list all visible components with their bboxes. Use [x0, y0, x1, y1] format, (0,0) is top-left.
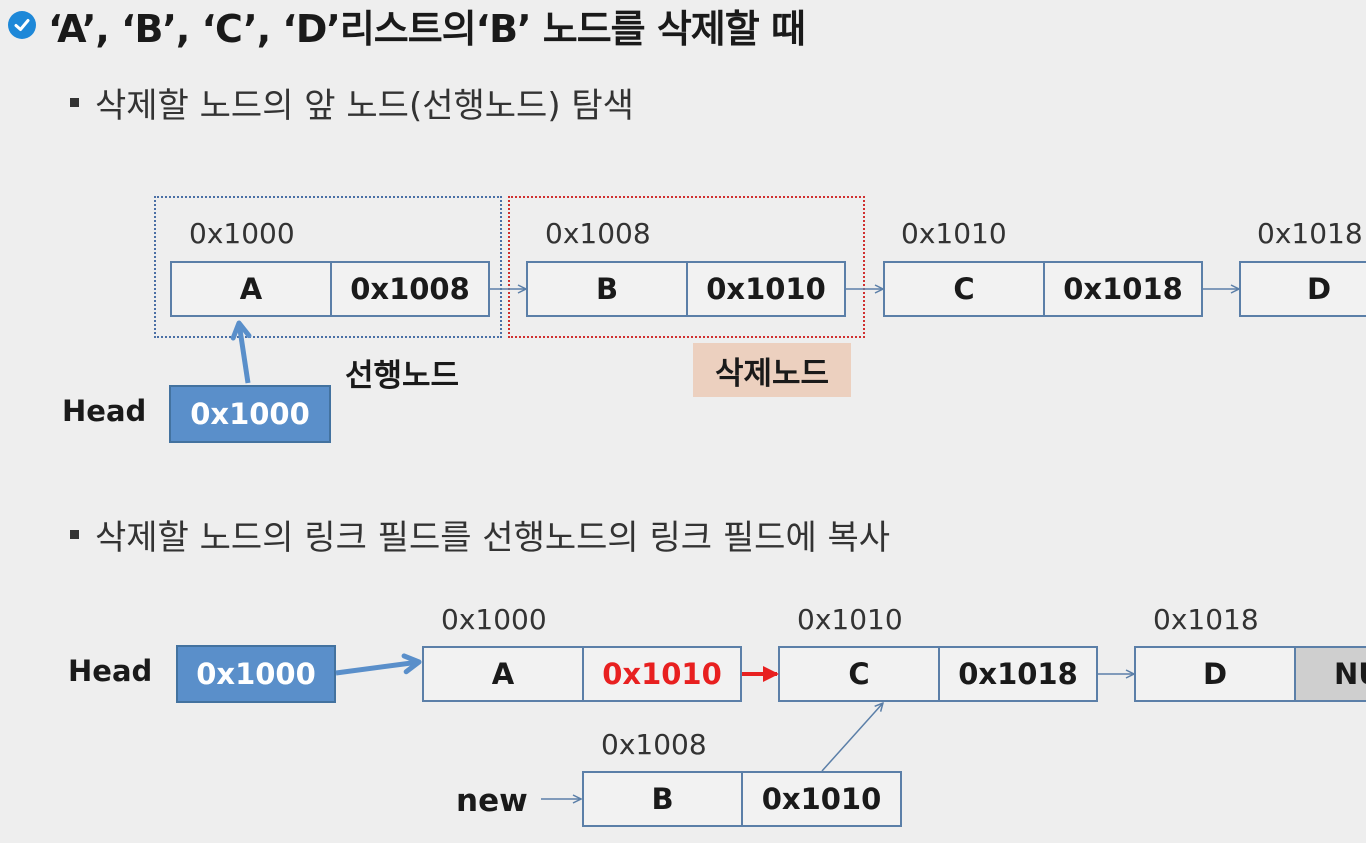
- node-address: 0x1008: [545, 217, 651, 250]
- head-pointer-box: 0x1000: [169, 385, 331, 443]
- removed-node-link-arrow: [821, 703, 883, 772]
- node-address: 0x1010: [797, 603, 903, 636]
- check-circle-icon: [8, 11, 36, 39]
- step1-bullet: 삭제할 노드의 앞 노드(선행노드) 탐색: [70, 78, 634, 127]
- changed-link-cell: 0x1010: [582, 646, 742, 702]
- node-address: 0x1000: [189, 217, 295, 250]
- head-label: Head: [62, 394, 147, 428]
- node-address: 0x1018: [1257, 217, 1363, 250]
- node-address: 0x1000: [441, 603, 547, 636]
- step2-text: 삭제할 노드의 링크 필드를 선행노드의 링크 필드에 복사: [95, 518, 891, 558]
- prev-node-label: 선행노드: [345, 358, 460, 394]
- delete-node-label: 삭제노드: [693, 343, 851, 397]
- node-data-cell: C: [883, 261, 1045, 317]
- page-title-row: ‘A’, ‘B’, ‘C’, ‘D’리스트의‘B’ 노드를 삭제할 때: [8, 0, 806, 51]
- node-link-cell: 0x1010: [686, 261, 846, 317]
- node-data-cell: C: [778, 646, 940, 702]
- node-link-cell-null: NU: [1294, 646, 1366, 702]
- square-bullet-icon: [70, 530, 79, 539]
- node-data-cell: A: [170, 261, 332, 317]
- node-address: 0x1008: [601, 728, 707, 761]
- head-arrow: [335, 653, 422, 676]
- removed-node-data-cell: B: [582, 771, 743, 827]
- node-link-cell: 0x1018: [938, 646, 1098, 702]
- removed-node-link-cell: 0x1010: [741, 771, 902, 827]
- node-data-cell: A: [422, 646, 584, 702]
- page-title: ‘A’, ‘B’, ‘C’, ‘D’리스트의‘B’ 노드를 삭제할 때: [48, 6, 806, 51]
- head-pointer-box: 0x1000: [176, 645, 336, 703]
- node-link-cell: 0x1018: [1043, 261, 1203, 317]
- node-data-cell: D: [1134, 646, 1296, 702]
- node-address: 0x1010: [901, 217, 1007, 250]
- head-label: Head: [68, 654, 153, 688]
- new-pointer-label: new: [456, 783, 528, 819]
- step1-text: 삭제할 노드의 앞 노드(선행노드) 탐색: [95, 86, 634, 126]
- square-bullet-icon: [70, 98, 79, 107]
- node-data-cell: B: [526, 261, 688, 317]
- step2-bullet: 삭제할 노드의 링크 필드를 선행노드의 링크 필드에 복사: [70, 510, 890, 559]
- node-link-cell: 0x1008: [330, 261, 490, 317]
- node-address: 0x1018: [1153, 603, 1259, 636]
- node-data-cell: D: [1239, 261, 1366, 317]
